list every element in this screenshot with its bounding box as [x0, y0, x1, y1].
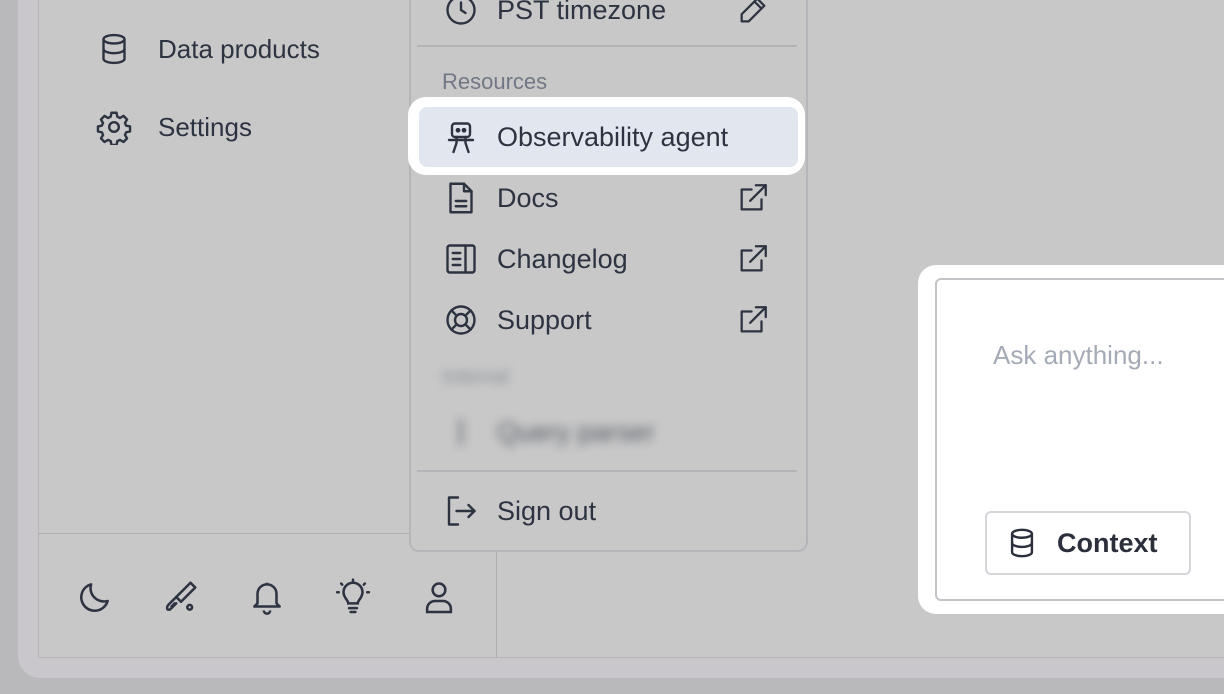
changelog-icon: [446, 244, 476, 274]
sidebar-item-settings[interactable]: Settings: [96, 107, 252, 147]
account-button[interactable]: [420, 576, 458, 618]
theme-toggle-button[interactable]: [76, 576, 114, 618]
notifications-button[interactable]: [248, 576, 286, 618]
menu-divider: [417, 45, 797, 47]
clock-icon: [446, 0, 476, 25]
menu-item-label: PST timezone: [497, 0, 667, 25]
menu-item-label: Query parser: [497, 416, 655, 447]
sign-out-button[interactable]: Sign out: [409, 483, 804, 539]
pencil-icon[interactable]: [736, 0, 770, 27]
document-icon: [449, 182, 473, 214]
moon-icon: [80, 583, 109, 612]
external-link-icon: [740, 184, 767, 211]
menu-item-internal[interactable]: Query parser: [409, 404, 804, 460]
menu-item-label: Docs: [497, 182, 559, 213]
wrench-icon: [459, 418, 463, 446]
robot-icon: [447, 122, 475, 154]
lifebuoy-icon: [446, 305, 476, 335]
tips-button[interactable]: [334, 576, 372, 618]
context-button-label: Context: [1057, 527, 1158, 558]
user-icon: [425, 582, 453, 614]
menu-item-label: Sign out: [497, 495, 597, 526]
menu-divider: [417, 470, 797, 472]
appearance-button[interactable]: [162, 576, 200, 618]
menu-item-changelog[interactable]: Changelog: [409, 231, 804, 287]
external-link-icon: [740, 245, 767, 272]
menu-item-docs[interactable]: Docs: [409, 170, 804, 226]
gear-icon: [96, 111, 132, 145]
sidebar-item-data-products[interactable]: Data products: [96, 29, 320, 69]
bell-icon: [253, 582, 281, 615]
resources-heading: Resources: [442, 69, 548, 94]
lightbulb-icon: [335, 578, 371, 614]
menu-item-support[interactable]: Support: [409, 292, 804, 348]
menu-item-timezone[interactable]: PST timezone: [409, 0, 804, 38]
database-icon: [102, 33, 126, 65]
internal-heading: Internal: [442, 366, 509, 388]
menu-item-label: Changelog: [497, 243, 628, 274]
context-button[interactable]: Context: [985, 511, 1191, 575]
sidebar-footer-toolbar: [76, 576, 458, 618]
sidebar-item-label: Settings: [158, 111, 252, 142]
sign-out-icon: [447, 496, 476, 526]
paint-brush-icon: [165, 581, 197, 611]
menu-item-label: Support: [497, 304, 592, 335]
chat-input-placeholder[interactable]: Ask anything...: [993, 340, 1164, 371]
menu-item-observability-agent[interactable]: Observability agent: [409, 109, 804, 165]
external-link-icon: [740, 306, 767, 333]
menu-item-label: Observability agent: [497, 121, 729, 152]
sidebar-item-label: Data products: [158, 33, 320, 64]
database-icon: [1010, 528, 1034, 558]
